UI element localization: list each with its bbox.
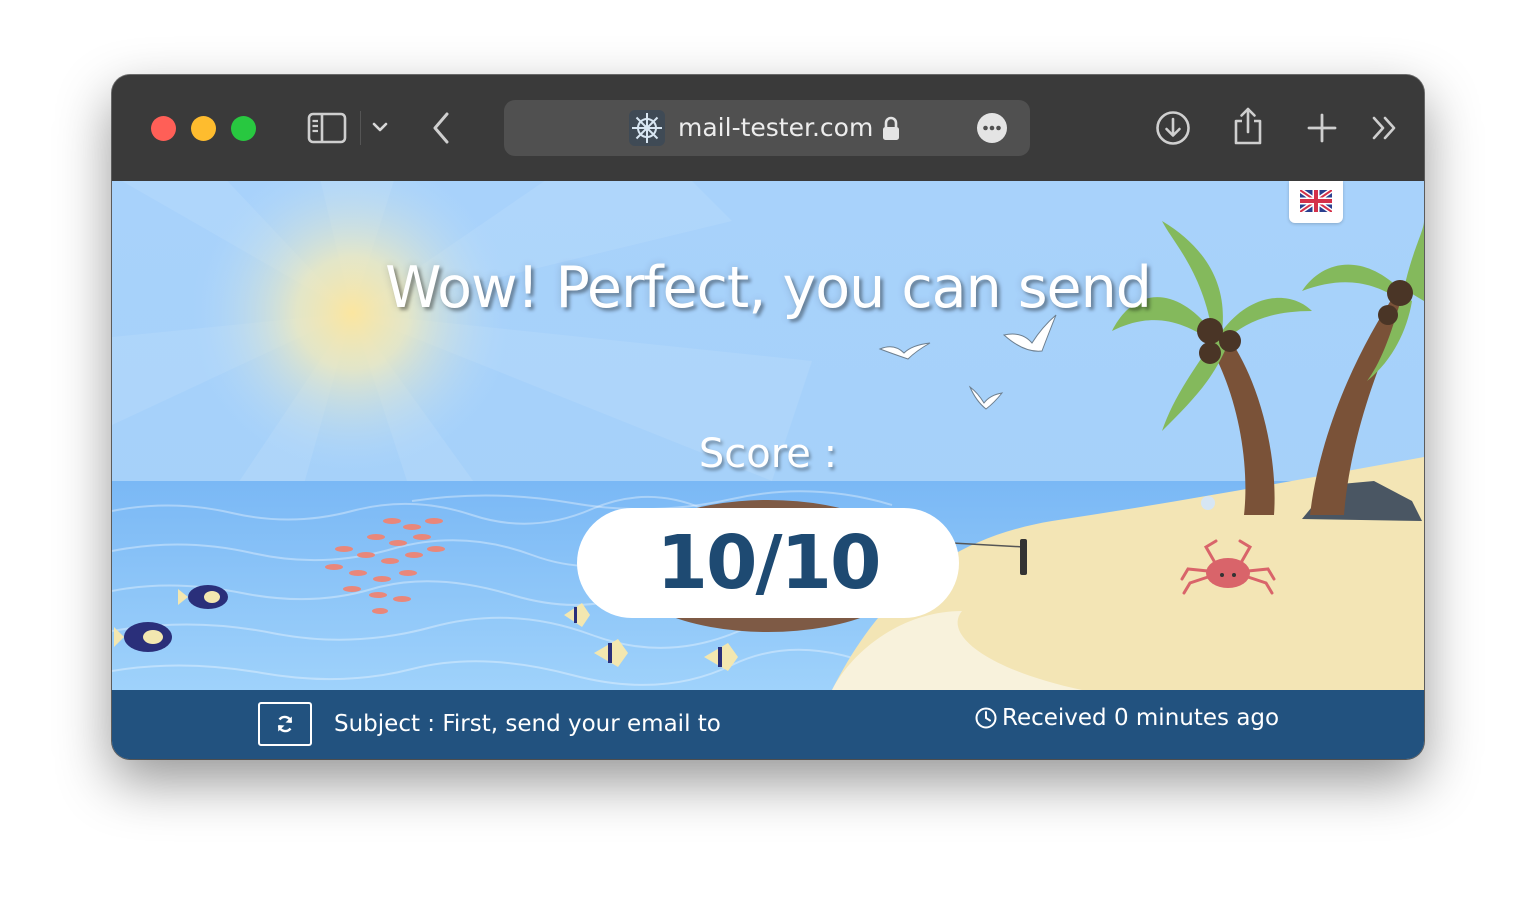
lock-icon [883, 116, 899, 140]
url-text[interactable]: mail-tester.com [678, 114, 873, 142]
shell [1201, 496, 1215, 510]
site-helm-icon [629, 110, 665, 146]
sidebar-icon[interactable] [307, 112, 347, 144]
uk-flag-icon [1300, 190, 1332, 212]
chevron-down-icon[interactable] [370, 119, 390, 135]
received-text: Received 0 minutes ago [1002, 705, 1280, 731]
minimize-window-button[interactable] [191, 116, 216, 141]
score-label: Score : [698, 431, 838, 477]
share-icon[interactable] [1231, 106, 1265, 146]
language-selector[interactable] [1289, 181, 1343, 223]
toolbar-divider [360, 111, 361, 145]
result-headline: Wow! Perfect, you can send [385, 255, 1152, 321]
clock-icon [975, 707, 997, 729]
email-subject: Subject : First, send your email to [334, 711, 721, 737]
close-window-button[interactable] [151, 116, 176, 141]
refresh-button[interactable] [258, 702, 312, 746]
status-bar: Subject : First, send your email to Rece… [112, 690, 1424, 759]
zoom-window-button[interactable] [231, 116, 256, 141]
browser-toolbar: mail-tester.com [112, 75, 1424, 182]
plus-icon[interactable] [1307, 113, 1337, 143]
download-icon[interactable] [1155, 110, 1191, 146]
more-icon[interactable] [976, 112, 1008, 144]
beach-post [1020, 539, 1027, 575]
browser-window: mail-tester.com Wow! Perfect, you can se… [112, 75, 1424, 759]
refresh-icon [277, 715, 293, 733]
score-value: 10/10 [656, 520, 882, 606]
received-info: Received 0 minutes ago [974, 705, 1279, 731]
page-content: Wow! Perfect, you can send Score : 10/10… [112, 181, 1424, 759]
back-icon[interactable] [430, 111, 454, 145]
score-badge: 10/10 [577, 508, 959, 618]
address-bar[interactable]: mail-tester.com [504, 100, 1030, 156]
double-chevron-icon[interactable] [1370, 115, 1400, 141]
